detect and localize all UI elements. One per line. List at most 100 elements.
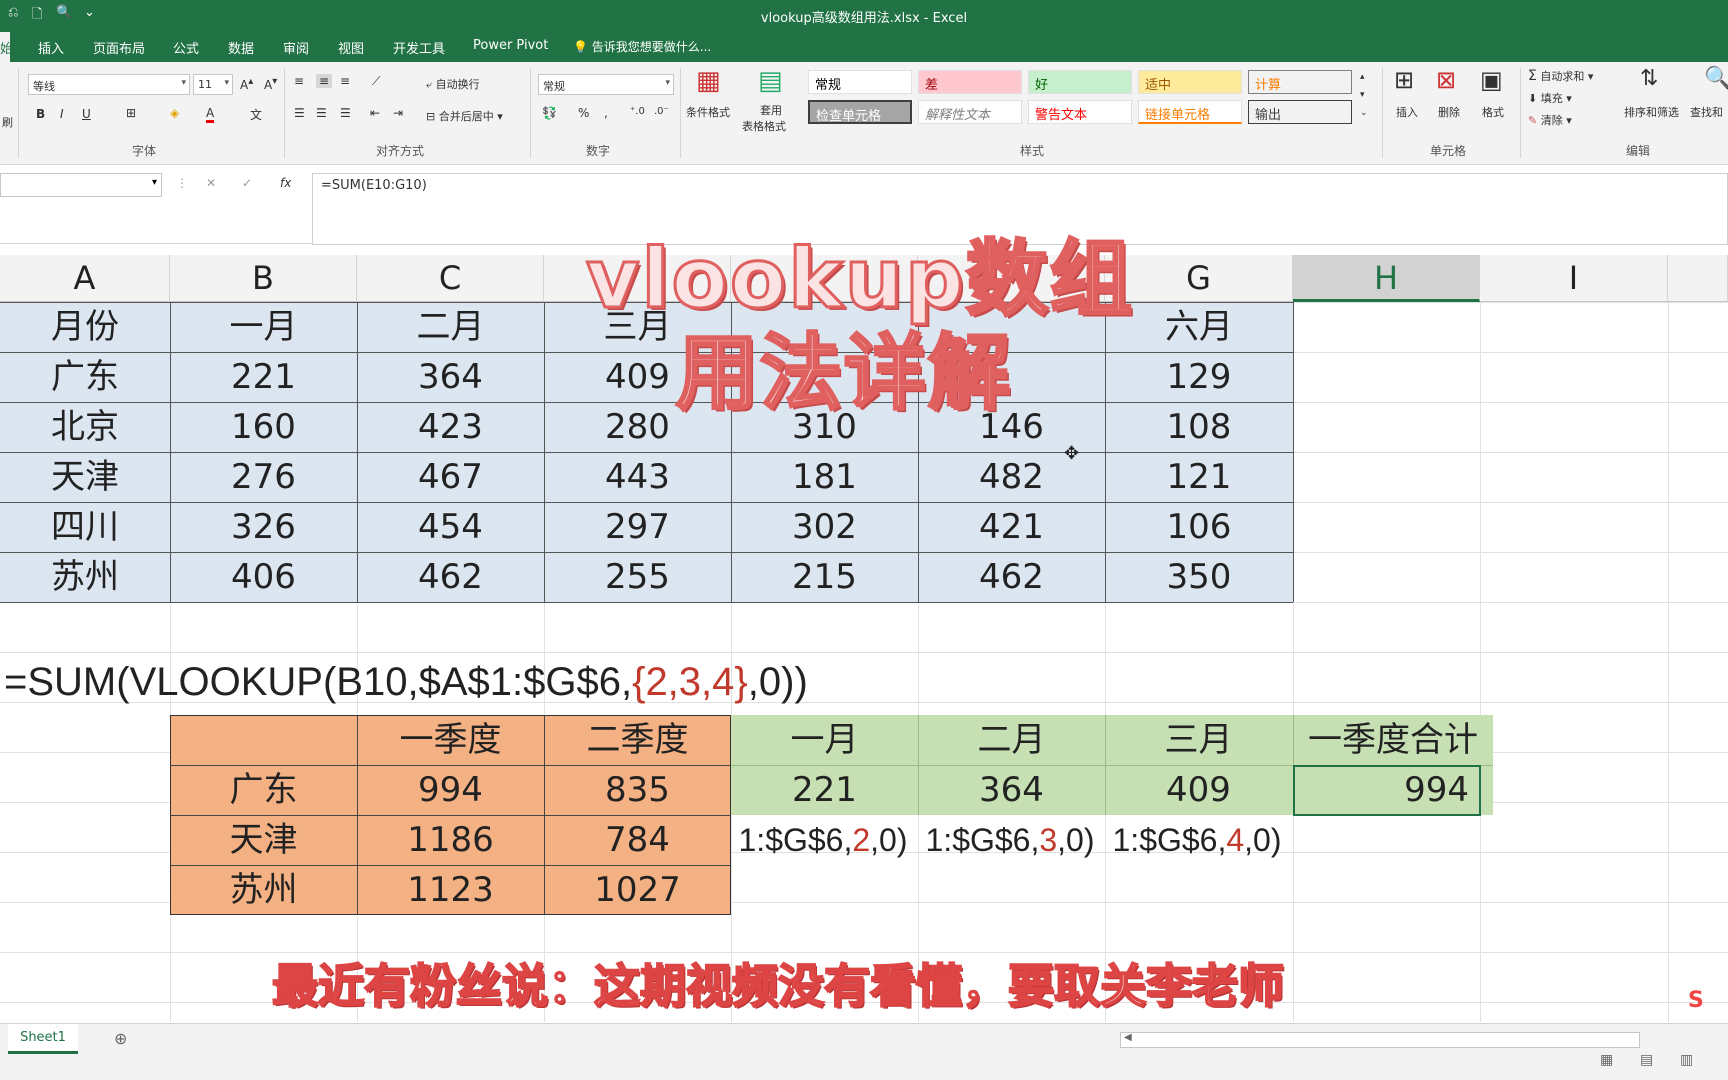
tab-page-layout[interactable]: 页面布局 [93,38,145,57]
conditional-format-button[interactable]: 条件格式 [686,104,730,120]
table3-header-cell[interactable]: 一月 [731,715,918,765]
table1-cell[interactable]: 443 [544,452,731,502]
table3-header-cell[interactable]: 一季度合计 [1293,715,1493,765]
table2-cell[interactable]: 1123 [357,865,544,915]
align-center-icon[interactable]: ☰ [316,106,327,120]
phonetic-icon[interactable]: 文 [250,106,262,123]
tab-review[interactable]: 审阅 [283,38,309,57]
currency-icon[interactable]: 💱 [542,106,557,120]
table2-row-label[interactable]: 天津 [170,815,357,865]
col-header-h[interactable]: H [1293,255,1480,302]
tab-view[interactable]: 视图 [338,38,364,57]
table2-cell[interactable]: 784 [544,815,731,865]
table1-cell[interactable]: 297 [544,502,731,552]
table3-header-cell[interactable]: 二月 [918,715,1105,765]
format-cells-button[interactable]: 格式 [1482,104,1504,120]
style-warning[interactable]: 警告文本 [1028,100,1132,124]
table1-header-cell[interactable]: 一月 [170,302,357,352]
fill-button[interactable]: ⬇ 填充 ▾ [1528,90,1572,106]
table1-cell[interactable]: 221 [170,352,357,402]
table1-header-cell[interactable]: 二月 [357,302,544,352]
orientation-icon[interactable]: ⟋ [372,74,380,89]
table1-cell[interactable]: 255 [544,552,731,602]
table3-cell[interactable]: 409 [1105,765,1292,815]
active-cell[interactable] [1293,765,1481,816]
table1-cell[interactable]: 215 [731,552,918,602]
percent-icon[interactable]: % [578,106,589,120]
table1-cell[interactable]: 广东 [0,352,170,402]
table1-cell[interactable]: 108 [1105,402,1293,452]
col-header-b[interactable]: B [170,255,357,302]
table2-header-cell[interactable]: 二季度 [544,715,731,765]
sort-filter-button[interactable]: 排序和筛选 [1624,104,1679,120]
tab-data[interactable]: 数据 [228,38,254,57]
table2-cell[interactable]: 835 [544,765,731,815]
table2-row-label[interactable]: 苏州 [170,865,357,915]
table1-cell[interactable]: 421 [918,502,1105,552]
decrease-font-icon[interactable]: A▾ [264,76,277,92]
find-select-button[interactable]: 查找和 [1690,104,1723,120]
table1-cell[interactable]: 467 [357,452,544,502]
table1-cell[interactable]: 121 [1105,452,1293,502]
indent-increase-icon[interactable]: ⇥ [393,106,403,120]
name-box[interactable]: ▾ [0,173,162,197]
table2-cell[interactable]: 1027 [544,865,731,915]
indent-decrease-icon[interactable]: ⇤ [370,106,380,120]
merge-center-button[interactable]: ⊟ 合并后居中 ▾ [426,108,503,124]
table1-cell[interactable]: 四川 [0,502,170,552]
table1-cell[interactable]: 302 [731,502,918,552]
bold-icon[interactable]: B [36,107,45,121]
table-format-button-line1[interactable]: 套用 [760,102,782,118]
style-linked-cell[interactable]: 链接单元格 [1138,100,1242,124]
table2-header-cell[interactable]: 一季度 [357,715,544,765]
tell-me-search[interactable]: 💡 告诉我您想要做什么... [573,38,711,55]
table1-cell[interactable]: 181 [731,452,918,502]
increase-decimal-icon[interactable]: ⁺.0 [630,106,645,117]
style-good[interactable]: 好 [1028,70,1132,94]
font-size-combo[interactable]: 11 [193,74,233,95]
scroll-left-icon[interactable]: ◀ [1124,1032,1132,1043]
clear-button[interactable]: ✎ 清除 ▾ [1528,112,1572,128]
table1-cell[interactable]: 423 [357,402,544,452]
table1-cell[interactable]: 129 [1105,352,1293,402]
tab-insert[interactable]: 插入 [38,38,64,57]
number-format-combo[interactable]: 常规 [538,74,674,95]
autosum-button[interactable]: Σ 自动求和 ▾ [1528,68,1593,84]
normal-view-icon[interactable]: ▦ [1600,1052,1613,1068]
table1-cell[interactable]: 326 [170,502,357,552]
style-explanatory[interactable]: 解释性文本 [918,100,1022,124]
cancel-icon[interactable]: ✕ [206,176,216,190]
table1-cell[interactable]: 406 [170,552,357,602]
table1-cell[interactable]: 北京 [0,402,170,452]
delete-cells-button[interactable]: 删除 [1438,104,1460,120]
table1-header-cell[interactable]: 月份 [0,302,170,352]
table3-cell[interactable]: 221 [731,765,918,815]
table1-cell[interactable]: 160 [170,402,357,452]
tab-home[interactable]: 始 [0,32,13,62]
table1-cell[interactable]: 364 [357,352,544,402]
table1-cell[interactable]: 天津 [0,452,170,502]
style-normal[interactable]: 常规 [808,70,912,94]
table1-cell[interactable]: 276 [170,452,357,502]
col-header-i[interactable]: I [1480,255,1668,302]
table1-cell[interactable]: 106 [1105,502,1293,552]
tab-power-pivot[interactable]: Power Pivot [473,38,548,53]
decrease-decimal-icon[interactable]: .0⁻ [654,106,669,117]
border-icon[interactable]: ⊞ [126,106,136,120]
add-sheet-icon[interactable]: ⊕ [114,1029,127,1048]
col-header-c[interactable]: C [357,255,544,302]
font-name-combo[interactable]: 等线 [28,74,190,95]
enter-icon[interactable]: ✓ [242,176,252,190]
comma-icon[interactable]: , [604,106,608,120]
style-output[interactable]: 输出 [1248,100,1352,124]
fill-color-icon[interactable]: ◈ [170,106,179,120]
table1-cell[interactable]: 350 [1105,552,1293,602]
wrap-text-button[interactable]: ⤶ 自动换行 [426,76,480,92]
italic-icon[interactable]: I [60,107,64,121]
align-right-icon[interactable]: ☰ [340,106,351,120]
table1-cell[interactable]: 454 [357,502,544,552]
underline-icon[interactable]: U [82,107,91,121]
font-color-icon[interactable]: A [206,106,215,123]
tab-developer[interactable]: 开发工具 [393,38,445,57]
style-bad[interactable]: 差 [918,70,1022,94]
